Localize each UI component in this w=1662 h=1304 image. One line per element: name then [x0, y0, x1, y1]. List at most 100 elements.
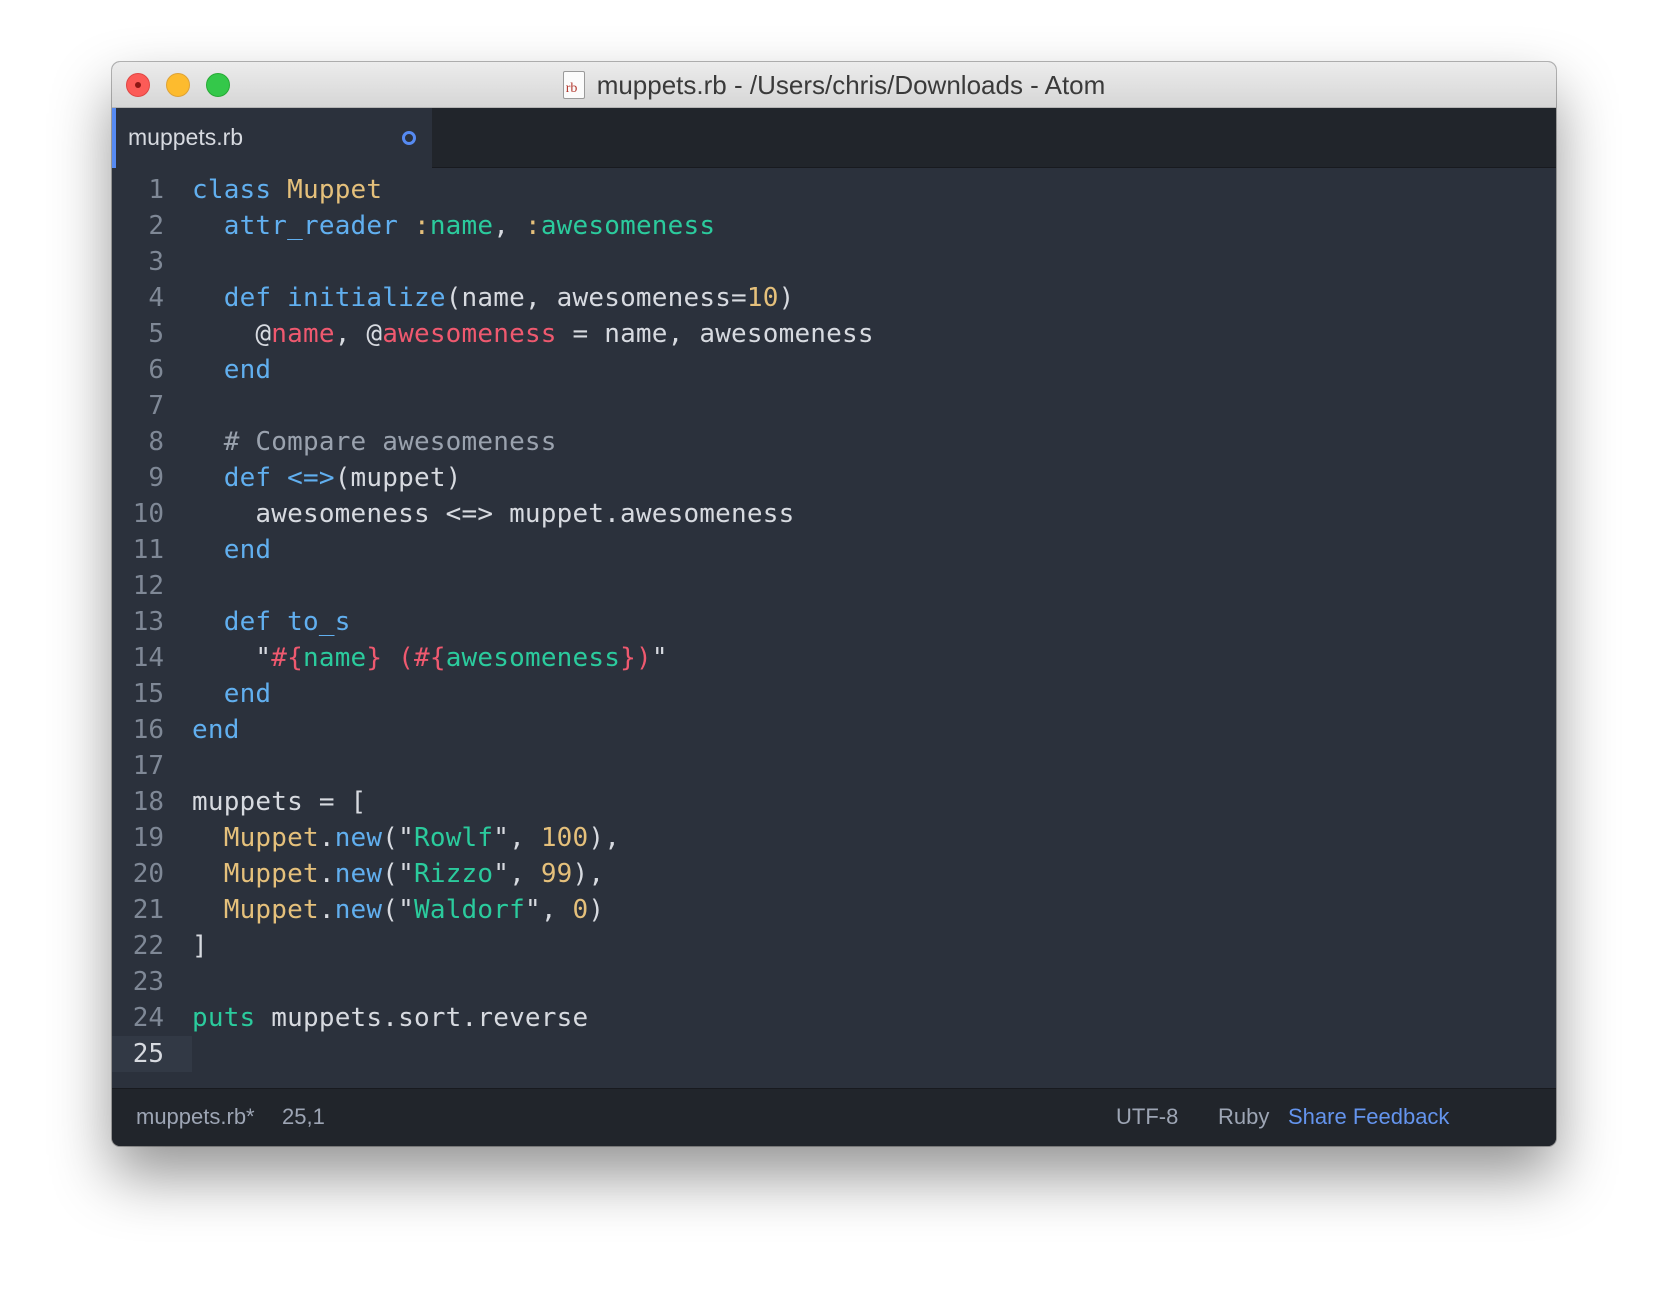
code-token: attr_reader — [223, 211, 399, 241]
line-number[interactable]: 8 — [112, 424, 164, 460]
line-number[interactable]: 18 — [112, 784, 164, 820]
code-line[interactable]: 1 class Muppet — [112, 172, 1556, 208]
code-token: (name, awesomeness= — [445, 283, 747, 313]
code-token: (" — [382, 895, 414, 925]
code-editor[interactable]: 1 class Muppet 2 attr_reader :name, :aweso… — [112, 168, 1556, 1088]
code-line[interactable]: 10 awesomeness <=> muppet.awesomeness — [112, 496, 1556, 532]
code-line-text: end — [192, 712, 240, 748]
code-line[interactable]: 25 — [112, 1036, 1556, 1072]
code-line[interactable]: 11 end — [112, 532, 1556, 568]
code-line[interactable]: 16 end — [112, 712, 1556, 748]
line-number[interactable]: 4 — [112, 280, 164, 316]
code-line[interactable]: 22] — [112, 928, 1556, 964]
code-line[interactable]: 18 muppets = [ — [112, 784, 1556, 820]
line-number[interactable]: 7 — [112, 388, 164, 424]
line-number[interactable]: 11 — [112, 532, 164, 568]
code-line-text: def <=>(muppet) — [192, 460, 462, 496]
line-number[interactable]: 16 — [112, 712, 164, 748]
status-bar: muppets.rb* 25,1 UTF-8 Ruby Share Feedba… — [112, 1088, 1556, 1146]
line-number[interactable]: 5 — [112, 316, 164, 352]
code-token: <=> — [287, 463, 335, 493]
code-token: Muppet — [223, 823, 319, 853]
line-number[interactable]: 17 — [112, 748, 164, 784]
code-line[interactable]: 2 attr_reader :name, :awesomeness — [112, 208, 1556, 244]
line-number[interactable]: 6 — [112, 352, 164, 388]
code-token: , — [493, 211, 525, 241]
code-line[interactable]: 3 — [112, 244, 1556, 280]
line-number[interactable]: 2 — [112, 208, 164, 244]
code-line[interactable]: 24 puts muppets.sort.reverse — [112, 1000, 1556, 1036]
code-line[interactable]: 17 — [112, 748, 1556, 784]
code-token: Rizzo — [413, 859, 494, 889]
tab-label: muppets.rb — [128, 124, 244, 150]
code-line[interactable]: 13 def to_s — [112, 604, 1556, 640]
code-line-text: muppets = [ — [192, 784, 366, 820]
status-file-name[interactable]: muppets.rb* — [136, 1104, 255, 1130]
code-token: " — [192, 643, 272, 673]
line-number[interactable]: 13 — [112, 604, 164, 640]
status-encoding[interactable]: UTF-8 — [1116, 1104, 1178, 1130]
code-line[interactable]: 12 — [112, 568, 1556, 604]
share-feedback-link[interactable]: Share Feedback — [1288, 1104, 1449, 1130]
code-token: awesomeness — [382, 319, 557, 349]
code-token: def — [223, 463, 272, 493]
code-line-text: end — [192, 532, 271, 568]
file-icon-label: rb — [565, 81, 578, 96]
code-token: 100 — [540, 823, 589, 853]
code-line[interactable]: 8 # Compare awesomeness — [112, 424, 1556, 460]
line-number[interactable]: 24 — [112, 1000, 164, 1036]
line-number[interactable]: 19 — [112, 820, 164, 856]
code-token: 10 — [746, 283, 779, 313]
line-number[interactable]: 25 — [112, 1036, 164, 1072]
line-number[interactable]: 10 — [112, 496, 164, 532]
code-token: awesomeness <=> muppet.awesomeness — [192, 499, 795, 529]
code-line[interactable]: 9 def <=>(muppet) — [112, 460, 1556, 496]
code-line[interactable]: 21 Muppet.new("Waldorf", 0) — [112, 892, 1556, 928]
line-number[interactable]: 20 — [112, 856, 164, 892]
line-number[interactable]: 3 — [112, 244, 164, 280]
code-token: . — [318, 859, 335, 889]
code-token: (#{ — [398, 643, 446, 673]
line-number[interactable]: 1 — [112, 172, 164, 208]
title-bar[interactable]: rb muppets.rb - /Users/chris/Downloads -… — [112, 62, 1556, 108]
line-number[interactable]: 9 — [112, 460, 164, 496]
modified-indicator-icon[interactable] — [402, 131, 416, 145]
code-token: @ — [192, 319, 272, 349]
code-token: : — [524, 211, 541, 241]
line-number[interactable]: 21 — [112, 892, 164, 928]
tab-muppets-rb[interactable]: muppets.rb — [112, 108, 432, 168]
code-line[interactable]: 5 @name, @awesomeness = name, awesomenes… — [112, 316, 1556, 352]
line-number[interactable]: 12 — [112, 568, 164, 604]
code-token: Muppet — [287, 175, 383, 205]
line-number[interactable]: 15 — [112, 676, 164, 712]
code-line[interactable]: 15 end — [112, 676, 1556, 712]
code-line[interactable]: 23 — [112, 964, 1556, 1000]
code-token: new — [334, 859, 383, 889]
code-line[interactable]: 6 end — [112, 352, 1556, 388]
code-line[interactable]: 19 Muppet.new("Rowlf", 100), — [112, 820, 1556, 856]
code-token: name — [271, 319, 335, 349]
code-line[interactable]: 4 def initialize(name, awesomeness=10) — [112, 280, 1556, 316]
code-token: , @ — [334, 319, 383, 349]
code-token: puts — [192, 1003, 256, 1033]
code-line[interactable]: 7 — [112, 388, 1556, 424]
line-number[interactable]: 23 — [112, 964, 164, 1000]
code-token: . — [318, 823, 335, 853]
status-grammar[interactable]: Ruby — [1218, 1104, 1269, 1130]
code-token: ), — [572, 859, 605, 889]
line-number[interactable]: 14 — [112, 640, 164, 676]
code-token: def — [223, 283, 272, 313]
code-lines[interactable]: 1 class Muppet 2 attr_reader :name, :aweso… — [112, 168, 1556, 1072]
code-line-text: end — [192, 676, 271, 712]
code-token: ) — [778, 283, 795, 313]
code-line[interactable]: 14 "#{name} (#{awesomeness})" — [112, 640, 1556, 676]
code-line-text: attr_reader :name, :awesomeness — [192, 208, 715, 244]
status-cursor-position[interactable]: 25,1 — [282, 1104, 325, 1130]
code-token: } — [366, 643, 383, 673]
code-token: muppets = [ — [192, 787, 367, 817]
code-line-text: @name, @awesomeness = name, awesomeness — [192, 316, 874, 352]
line-number[interactable]: 22 — [112, 928, 164, 964]
code-line[interactable]: 20 Muppet.new("Rizzo", 99), — [112, 856, 1556, 892]
